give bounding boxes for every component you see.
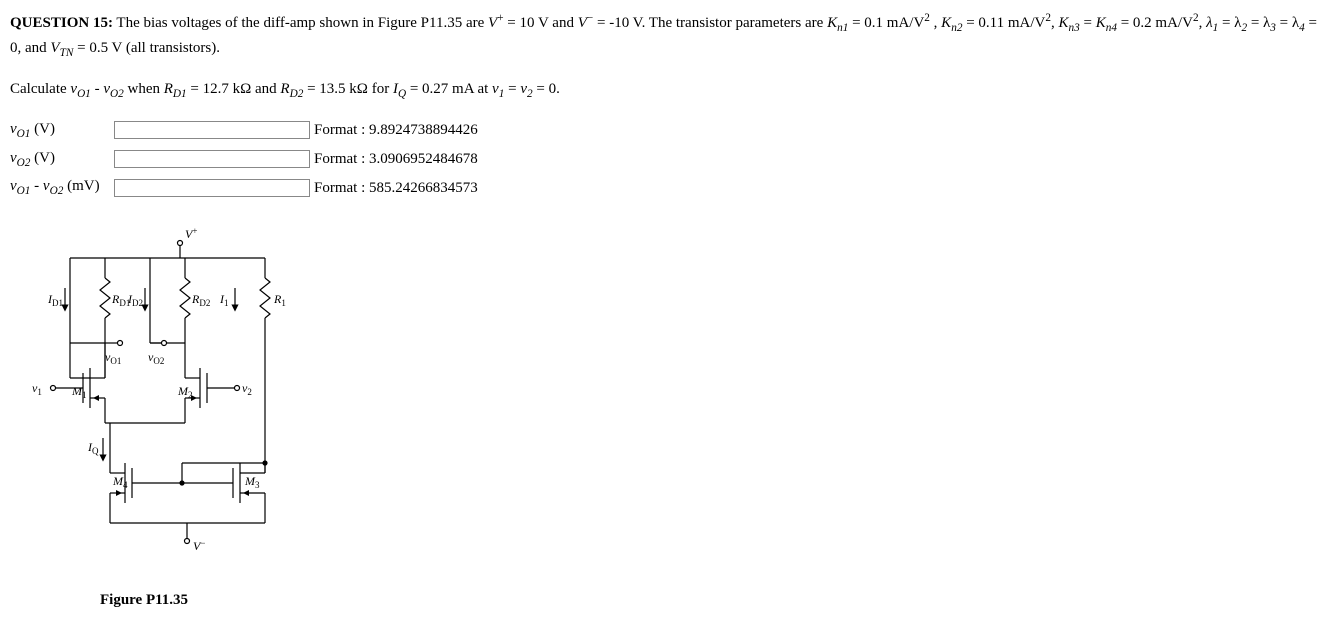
svg-text:ID2: ID2 — [127, 292, 143, 308]
format-hint-vo1: Format : 9.8924738894426 — [314, 117, 482, 144]
answer-label-vo1: vO1 (V) — [10, 117, 114, 144]
svg-text:M2: M2 — [177, 384, 193, 400]
circuit-figure: V+ RD1 ID1 vO1 v1 M1 — [10, 223, 1322, 612]
figure-caption: Figure P11.35 — [100, 589, 1322, 612]
format-hint-vo2: Format : 3.0906952484678 — [314, 146, 482, 173]
svg-text:vO2: vO2 — [148, 350, 164, 366]
answer-table: vO1 (V) Format : 9.8924738894426 vO2 (V)… — [10, 115, 482, 204]
answer-input-vo1[interactable] — [114, 121, 310, 139]
table-row: vO1 (V) Format : 9.8924738894426 — [10, 117, 482, 144]
svg-text:M3: M3 — [244, 474, 260, 490]
question-line-1: QUESTION 15: The bias voltages of the di… — [10, 10, 1322, 62]
question-calc-line: Calculate vO1 - vO2 when RD1 = 12.7 kΩ a… — [10, 78, 1322, 103]
answer-input-diff[interactable] — [114, 179, 310, 197]
question-number: QUESTION 15: — [10, 15, 113, 31]
svg-text:I1: I1 — [219, 292, 229, 308]
svg-text:V−: V− — [193, 538, 205, 553]
answer-label-vo2: vO2 (V) — [10, 146, 114, 173]
table-row: vO2 (V) Format : 3.0906952484678 — [10, 146, 482, 173]
svg-text:vO1: vO1 — [105, 350, 121, 366]
svg-text:RD2: RD2 — [191, 292, 210, 308]
svg-text:V+: V+ — [185, 226, 197, 241]
svg-text:v1: v1 — [32, 381, 42, 397]
format-hint-diff: Format : 585.24266834573 — [314, 174, 482, 201]
answer-label-diff: vO1 - vO2 (mV) — [10, 174, 114, 201]
svg-text:v2: v2 — [242, 381, 252, 397]
svg-text:R1: R1 — [273, 292, 286, 308]
table-row: vO1 - vO2 (mV) Format : 585.24266834573 — [10, 174, 482, 201]
svg-text:ID1: ID1 — [47, 292, 63, 308]
answer-input-vo2[interactable] — [114, 150, 310, 168]
svg-text:IQ: IQ — [87, 440, 99, 456]
svg-text:M1: M1 — [71, 384, 87, 400]
circuit-svg: V+ RD1 ID1 vO1 v1 M1 — [10, 223, 310, 583]
